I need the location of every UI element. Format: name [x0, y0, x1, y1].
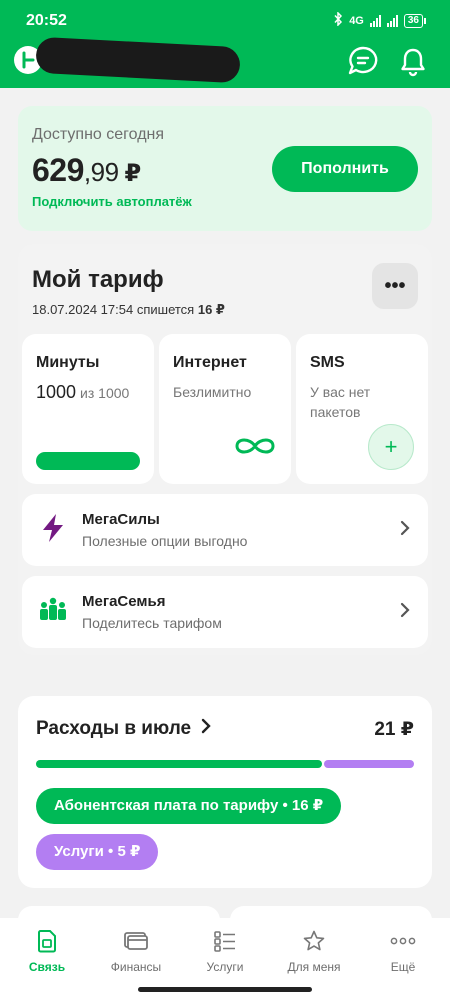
- option-subtitle: Полезные опции выгодно: [82, 533, 248, 549]
- services-list-icon: [180, 928, 270, 954]
- add-sms-button[interactable]: +: [368, 424, 414, 470]
- redacted-user-name: [35, 36, 241, 84]
- chevron-right-icon: [400, 602, 410, 623]
- option-title: МегаСилы: [82, 511, 160, 528]
- minutes-of: из 1000: [80, 385, 130, 401]
- balance-card[interactable]: Доступно сегодня 629,99 ₽ Подключить авто…: [18, 106, 432, 231]
- tariff-card: Мой тариф 18.07.2024 17:54 спишется 16 ₽…: [18, 244, 432, 655]
- bluetooth-icon: [333, 11, 343, 29]
- nav-label: Для меня: [287, 960, 341, 974]
- spending-title: Расходы в июле: [36, 718, 192, 739]
- internet-package[interactable]: Интернет Безлимитно: [159, 334, 291, 484]
- app-header: 20:52 4G 36: [0, 0, 450, 88]
- minutes-progress-bar: [36, 452, 140, 470]
- balance-currency: ₽: [124, 160, 142, 187]
- spending-bar-segment-0: [36, 760, 323, 768]
- internet-value: Безлимитно: [173, 384, 252, 400]
- nav-label: Услуги: [206, 960, 244, 974]
- option-megasily[interactable]: МегаСилы Полезные опции выгодно: [22, 494, 428, 566]
- tariff-charge-info: 18.07.2024 17:54 спишется 16 ₽: [32, 302, 225, 318]
- tariff-more-button[interactable]: •••: [372, 263, 418, 309]
- package-title: SMS: [310, 354, 345, 371]
- charge-date: 18.07.2024 17:54: [32, 302, 134, 317]
- spending-bar: [36, 760, 414, 768]
- nav-label: Связь: [28, 960, 66, 974]
- minutes-value: 1000: [36, 382, 77, 402]
- tariff-title: Мой тариф: [32, 266, 164, 293]
- bell-icon[interactable]: [396, 44, 430, 78]
- nav-label: Финансы: [110, 960, 162, 974]
- status-icons: 4G 36: [333, 11, 426, 29]
- more-dots-icon: •••: [384, 274, 406, 297]
- nav-services[interactable]: Услуги: [180, 928, 270, 974]
- balance-main: 629: [32, 152, 84, 188]
- topup-button[interactable]: Пополнить: [272, 146, 418, 192]
- chat-bubble-icon[interactable]: [346, 44, 380, 78]
- balance-cents: ,99: [83, 157, 119, 187]
- charge-text: спишется: [136, 302, 195, 317]
- card-icon: [91, 928, 181, 954]
- battery-level: 36: [403, 13, 423, 28]
- family-icon: [38, 594, 68, 631]
- signal-icon-2: [386, 14, 398, 27]
- autopay-link[interactable]: Подключить автоплатёж: [32, 194, 192, 209]
- more-dots-icon: [358, 928, 448, 954]
- infinity-icon: [233, 435, 277, 462]
- spending-chip-services[interactable]: Услуги • 5 ₽: [36, 834, 159, 870]
- lightning-icon: [38, 512, 68, 549]
- sim-icon: [2, 928, 92, 954]
- chevron-right-icon: [400, 520, 410, 541]
- package-title: Минуты: [36, 354, 100, 371]
- nav-label: Ещё: [390, 960, 416, 974]
- battery-icon: 36: [403, 13, 426, 28]
- network-type: 4G: [349, 14, 364, 27]
- spending-title-link[interactable]: Расходы в июле: [36, 718, 211, 740]
- minutes-remaining: 1000 из 1000: [36, 382, 129, 403]
- charge-amount: 16 ₽: [197, 302, 225, 317]
- nav-for-me[interactable]: Для меня: [269, 928, 359, 974]
- home-indicator: [138, 987, 312, 992]
- spending-card: Расходы в июле 21 ₽ Абонентская плата по…: [18, 696, 432, 888]
- spending-total: 21 ₽: [374, 719, 414, 740]
- sms-package[interactable]: SMS У вас нет пакетов +: [296, 334, 428, 484]
- balance-label: Доступно сегодня: [32, 126, 165, 143]
- minutes-package[interactable]: Минуты 1000 из 1000: [22, 334, 154, 484]
- option-megasemya[interactable]: МегаСемья Поделитесь тарифом: [22, 576, 428, 648]
- option-title: МегаСемья: [82, 593, 166, 610]
- signal-icon: [369, 14, 381, 27]
- package-title: Интернет: [173, 354, 247, 371]
- spending-chip-subscription[interactable]: Абонентская плата по тарифу • 16 ₽: [36, 788, 342, 824]
- sms-value: У вас нет пакетов: [310, 384, 371, 420]
- option-subtitle: Поделитесь тарифом: [82, 615, 222, 631]
- chevron-right-icon: [201, 718, 211, 740]
- nav-more[interactable]: Ещё: [358, 928, 448, 974]
- nav-finance[interactable]: Финансы: [91, 928, 181, 974]
- nav-svyaz[interactable]: Связь: [2, 928, 92, 974]
- status-time: 20:52: [26, 12, 67, 29]
- star-icon: [269, 928, 359, 954]
- balance-amount: 629,99 ₽: [32, 152, 141, 189]
- spending-bar-segment-1: [324, 760, 414, 768]
- plus-icon: +: [384, 434, 398, 459]
